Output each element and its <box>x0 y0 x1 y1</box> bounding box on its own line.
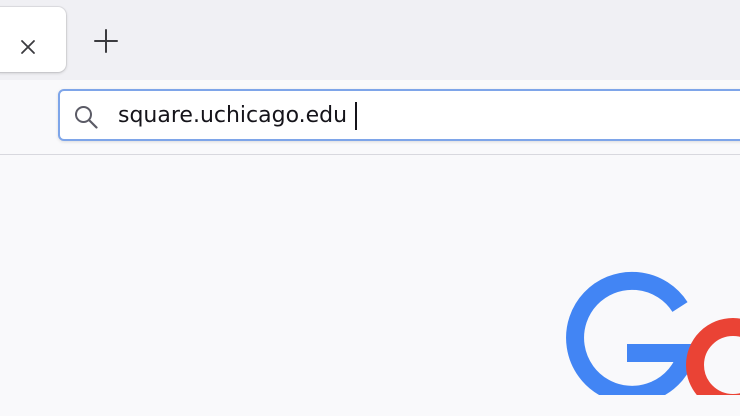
logo-letter-o <box>686 318 740 395</box>
address-input[interactable]: square.uchicago.edu <box>118 102 358 130</box>
page-content <box>0 155 740 416</box>
text-caret <box>355 102 358 130</box>
logo-letter-g <box>566 271 699 395</box>
tab-bar <box>0 0 740 80</box>
plus-icon[interactable] <box>92 27 120 55</box>
address-input-value: square.uchicago.edu <box>118 103 348 128</box>
address-bar[interactable]: square.uchicago.edu <box>58 89 740 141</box>
navigation-toolbar: square.uchicago.edu <box>0 80 740 155</box>
close-icon[interactable] <box>18 37 38 57</box>
browser-tab[interactable] <box>0 7 66 72</box>
search-icon <box>73 104 99 130</box>
google-logo[interactable] <box>555 255 740 395</box>
